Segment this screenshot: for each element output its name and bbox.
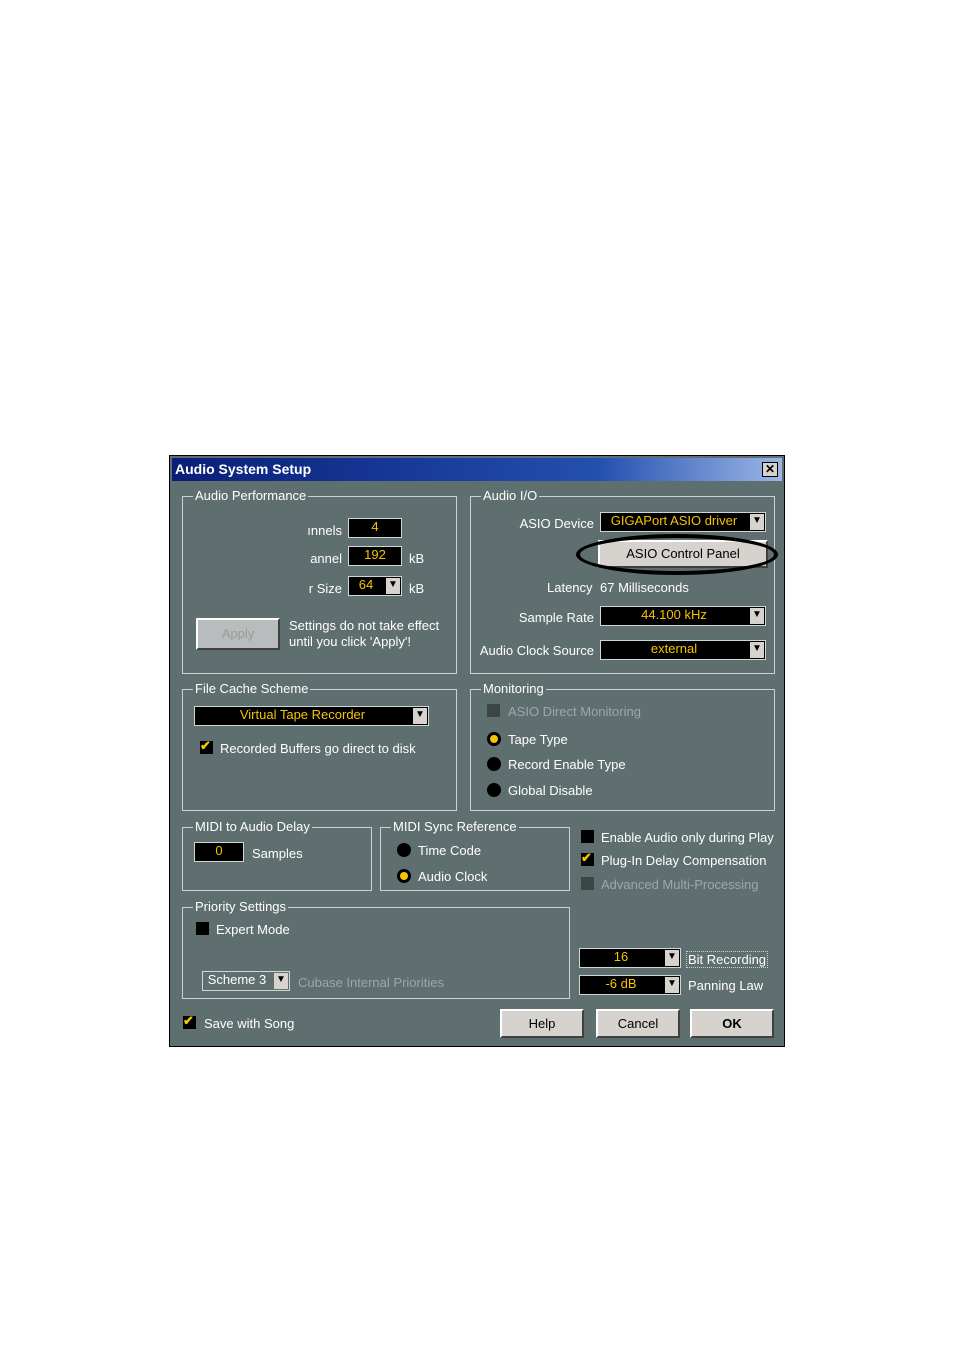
priority-settings-legend: Priority Settings: [193, 899, 289, 914]
channels-label: ınnels: [307, 523, 342, 538]
midi-sync-legend: MIDI Sync Reference: [391, 819, 519, 834]
apply-note-line1: Settings do not take effect: [289, 618, 440, 633]
expert-mode-checkbox[interactable]: [196, 922, 209, 935]
chevron-down-icon: ▼: [413, 708, 427, 724]
time-code-label: Time Code: [418, 843, 482, 858]
cancel-button[interactable]: Cancel: [596, 1009, 680, 1038]
priority-scheme-label: Cubase Internal Priorities: [298, 975, 444, 990]
chevron-down-icon: ▼: [665, 977, 679, 993]
apply-button[interactable]: Apply: [196, 618, 280, 650]
asio-direct-monitoring-checkbox[interactable]: [487, 704, 500, 717]
dialog-title: Audio System Setup: [175, 461, 312, 477]
buffer-unit: kB: [409, 551, 425, 566]
priority-scheme-dropdown[interactable]: Scheme 3 ▼: [202, 971, 290, 991]
save-with-song-checkbox[interactable]: ✔: [183, 1013, 196, 1029]
help-button[interactable]: Help: [500, 1009, 584, 1038]
check-icon: ✔: [183, 1013, 194, 1028]
sample-rate-value: 44.100 kHz: [641, 607, 707, 622]
priority-scheme-value: Scheme 3: [207, 972, 267, 987]
bit-recording-dropdown[interactable]: 16 ▼: [579, 948, 681, 968]
tape-type-radio[interactable]: [487, 732, 501, 746]
midi-delay-unit: Samples: [252, 846, 303, 861]
size-unit: kB: [409, 581, 425, 596]
panning-law-value: -6 dB: [605, 976, 637, 991]
chevron-down-icon: ▼: [750, 514, 764, 530]
size-label: r Size: [308, 581, 342, 596]
sample-rate-dropdown[interactable]: 44.100 kHz ▼: [600, 606, 766, 626]
clock-source-label: Audio Clock Source: [479, 643, 594, 658]
plugin-delay-label: Plug-In Delay Compensation: [601, 853, 767, 868]
record-enable-type-label: Record Enable Type: [508, 757, 626, 772]
latency-label: Latency: [547, 580, 593, 595]
monitoring-legend: Monitoring: [481, 681, 546, 696]
advanced-mp-label: Advanced Multi-Processing: [601, 877, 759, 892]
record-enable-type-radio[interactable]: [487, 757, 501, 771]
bit-recording-value: 16: [613, 949, 629, 964]
buffer-field[interactable]: 192: [348, 546, 402, 566]
audio-clock-label: Audio Clock: [418, 869, 488, 884]
clock-source-dropdown[interactable]: external ▼: [600, 640, 766, 660]
buffer-label: annel: [310, 551, 342, 566]
check-icon: ✔: [200, 738, 211, 753]
highlight-ellipse: [576, 534, 778, 575]
chevron-down-icon: ▼: [750, 642, 764, 658]
channels-field[interactable]: 4: [348, 518, 402, 538]
plugin-delay-checkbox[interactable]: ✔: [581, 850, 594, 866]
check-icon: ✔: [581, 850, 592, 865]
audio-performance-legend: Audio Performance: [193, 488, 309, 503]
advanced-mp-checkbox[interactable]: [581, 877, 594, 890]
file-cache-value: Virtual Tape Recorder: [239, 707, 366, 722]
sample-rate-label: Sample Rate: [518, 610, 594, 625]
audio-io-legend: Audio I/O: [481, 488, 540, 503]
tape-type-label: Tape Type: [508, 732, 568, 747]
enable-audio-label: Enable Audio only during Play: [601, 830, 774, 845]
audio-clock-radio[interactable]: [397, 869, 411, 883]
apply-note-line2: until you click 'Apply'!: [289, 634, 412, 649]
chevron-down-icon: ▼: [386, 578, 400, 594]
global-disable-label: Global Disable: [508, 783, 593, 798]
chevron-down-icon: ▼: [750, 608, 764, 624]
panning-law-label: Panning Law: [688, 978, 764, 993]
enable-audio-checkbox[interactable]: [581, 830, 594, 843]
asio-device-dropdown[interactable]: GIGAPort ASIO driver ▼: [600, 512, 766, 532]
time-code-radio[interactable]: [397, 843, 411, 857]
save-with-song-label: Save with Song: [204, 1016, 295, 1031]
file-cache-legend: File Cache Scheme: [193, 681, 311, 696]
clock-source-value: external: [650, 641, 698, 656]
file-cache-dropdown[interactable]: Virtual Tape Recorder ▼: [194, 706, 429, 726]
title-bar[interactable]: Audio System Setup ✕: [172, 458, 782, 481]
asio-device-value: GIGAPort ASIO driver: [610, 513, 738, 528]
panning-law-dropdown[interactable]: -6 dB ▼: [579, 975, 681, 995]
asio-device-label: ASIO Device: [519, 516, 594, 531]
chevron-down-icon: ▼: [274, 973, 288, 989]
latency-value: 67 Milliseconds: [600, 580, 689, 595]
expert-mode-label: Expert Mode: [216, 922, 290, 937]
bit-recording-label: Bit Recording: [686, 951, 769, 968]
close-icon[interactable]: ✕: [762, 462, 778, 477]
midi-delay-legend: MIDI to Audio Delay: [193, 819, 312, 834]
recorded-buffers-checkbox[interactable]: ✔: [200, 738, 213, 754]
recorded-buffers-label: Recorded Buffers go direct to disk: [220, 741, 416, 756]
chevron-down-icon: ▼: [665, 950, 679, 966]
asio-direct-monitoring-label: ASIO Direct Monitoring: [508, 704, 641, 719]
size-value: 64: [358, 577, 374, 592]
midi-delay-field[interactable]: 0: [194, 842, 244, 862]
size-dropdown[interactable]: 64 ▼: [348, 576, 402, 596]
global-disable-radio[interactable]: [487, 783, 501, 797]
ok-button[interactable]: OK: [690, 1009, 774, 1038]
